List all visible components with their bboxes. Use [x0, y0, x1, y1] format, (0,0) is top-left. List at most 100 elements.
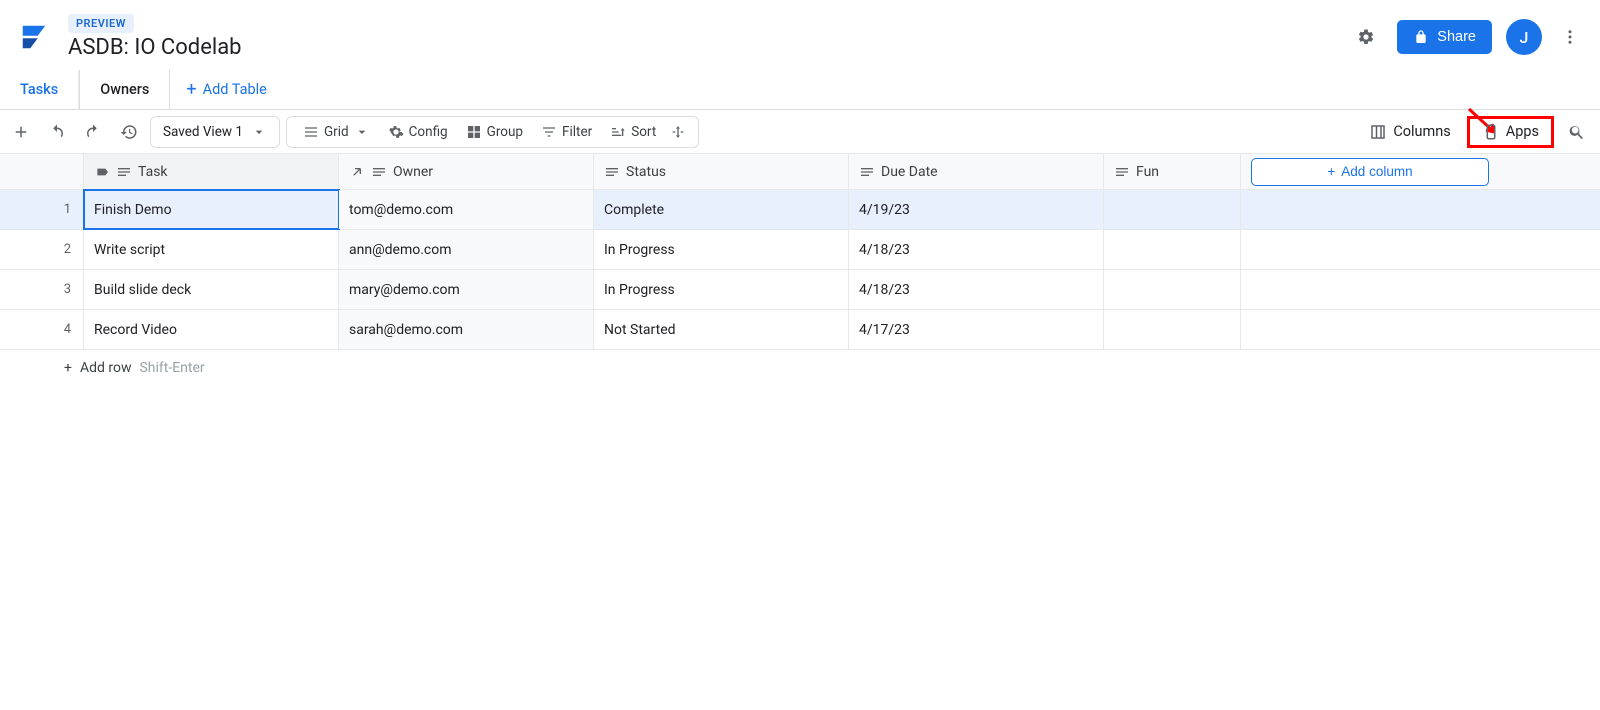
cell-task[interactable]: Finish Demo [84, 190, 339, 229]
cell-owner[interactable]: ann@demo.com [339, 230, 594, 269]
add-table-label: Add Table [203, 81, 267, 98]
cell-owner[interactable]: sarah@demo.com [339, 310, 594, 349]
cell-due-date[interactable]: 4/17/23 [849, 310, 1104, 349]
table-row[interactable]: 2 Write script ann@demo.com In Progress … [0, 230, 1600, 270]
undo-button[interactable] [42, 117, 72, 147]
row-height-button[interactable] [666, 116, 690, 148]
cell-due-date[interactable]: 4/19/23 [849, 190, 1104, 229]
column-header-due-date[interactable]: Due Date [849, 154, 1104, 189]
columns-icon [1369, 123, 1387, 141]
cell-owner[interactable]: mary@demo.com [339, 270, 594, 309]
app-logo[interactable] [16, 19, 52, 55]
title-section: PREVIEW ASDB: IO Codelab [68, 14, 1349, 60]
text-icon [371, 164, 387, 180]
header-actions: Share J [1349, 19, 1584, 55]
cell-task[interactable]: Write script [84, 230, 339, 269]
cell-fun[interactable] [1104, 270, 1241, 309]
more-menu-button[interactable] [1556, 19, 1584, 55]
row-height-icon [670, 124, 686, 140]
add-button[interactable] [6, 117, 36, 147]
cell-status[interactable]: In Progress [594, 270, 849, 309]
view-tools-group: Grid Config Group Filter Sort [286, 116, 699, 148]
cell-task[interactable]: Build slide deck [84, 270, 339, 309]
column-header-status[interactable]: Status [594, 154, 849, 189]
table-header-row: Task Owner Status Due Date Fun + Add col… [0, 154, 1600, 190]
header: PREVIEW ASDB: IO Codelab Share J [0, 0, 1600, 70]
tab-owners[interactable]: Owners [79, 70, 170, 109]
column-header-task[interactable]: Task [84, 154, 339, 189]
plus-icon: + [186, 79, 196, 100]
config-button[interactable]: Config [380, 116, 456, 148]
column-header-owner[interactable]: Owner [339, 154, 594, 189]
gear-icon [1357, 28, 1375, 46]
table-row[interactable]: 3 Build slide deck mary@demo.com In Prog… [0, 270, 1600, 310]
row-number: 2 [0, 230, 84, 269]
redo-button[interactable] [78, 117, 108, 147]
group-icon [466, 124, 482, 140]
search-button[interactable] [1560, 115, 1594, 149]
history-button[interactable] [114, 117, 144, 147]
filter-label: Filter [562, 124, 592, 140]
cell-fun[interactable] [1104, 190, 1241, 229]
cell-due-date[interactable]: 4/18/23 [849, 230, 1104, 269]
group-label: Group [487, 124, 523, 140]
columns-label: Columns [1393, 123, 1450, 140]
cell-fun[interactable] [1104, 230, 1241, 269]
add-column-cell: + Add column [1241, 154, 1499, 189]
redo-icon [84, 123, 102, 141]
lock-icon [1413, 29, 1429, 45]
toolbar: Saved View 1 Grid Config Group Filter [0, 110, 1600, 154]
ref-icon [349, 164, 365, 180]
column-label: Owner [393, 164, 433, 180]
grid-view-dropdown[interactable]: Grid [295, 116, 378, 148]
plus-icon: + [64, 360, 72, 376]
add-table-button[interactable]: + Add Table [170, 70, 282, 109]
data-table: Task Owner Status Due Date Fun + Add col… [0, 154, 1600, 386]
columns-button[interactable]: Columns [1359, 119, 1460, 145]
column-header-fun[interactable]: Fun [1104, 154, 1241, 189]
share-button[interactable]: Share [1397, 20, 1492, 54]
cell-due-date[interactable]: 4/18/23 [849, 270, 1104, 309]
tab-tasks[interactable]: Tasks [0, 70, 79, 109]
column-label: Due Date [881, 164, 938, 180]
saved-view-label: Saved View 1 [163, 124, 243, 140]
table-tabs: Tasks Owners + Add Table [0, 70, 1600, 110]
cell-extra [1241, 310, 1499, 349]
cell-task[interactable]: Record Video [84, 310, 339, 349]
filter-icon [541, 124, 557, 140]
add-row-label: Add row [80, 360, 132, 376]
cell-status[interactable]: Complete [594, 190, 849, 229]
apps-button[interactable]: Apps [1467, 116, 1554, 148]
row-number: 4 [0, 310, 84, 349]
column-label: Fun [1136, 164, 1159, 180]
saved-view-dropdown[interactable]: Saved View 1 [150, 116, 280, 148]
page-title[interactable]: ASDB: IO Codelab [68, 35, 1349, 60]
table-row[interactable]: 4 Record Video sarah@demo.com Not Starte… [0, 310, 1600, 350]
text-icon [1114, 164, 1130, 180]
group-button[interactable]: Group [458, 116, 531, 148]
chevron-down-icon [251, 124, 267, 140]
cell-status[interactable]: Not Started [594, 310, 849, 349]
plus-icon: + [1327, 164, 1335, 179]
device-icon [1482, 123, 1500, 141]
list-icon [303, 124, 319, 140]
add-row-button[interactable]: + Add row Shift-Enter [0, 350, 1600, 386]
cell-status[interactable]: In Progress [594, 230, 849, 269]
cell-owner[interactable]: tom@demo.com [339, 190, 594, 229]
sort-button[interactable]: Sort [602, 116, 664, 148]
table-row[interactable]: 1 Finish Demo tom@demo.com Complete 4/19… [0, 190, 1600, 230]
grid-label: Grid [324, 124, 349, 140]
row-number: 1 [0, 190, 84, 229]
filter-button[interactable]: Filter [533, 116, 600, 148]
add-row-hint: Shift-Enter [139, 360, 204, 376]
cell-fun[interactable] [1104, 310, 1241, 349]
sort-az-icon [610, 124, 626, 140]
cell-extra [1241, 270, 1499, 309]
settings-button[interactable] [1349, 20, 1383, 54]
text-icon [859, 164, 875, 180]
chevron-down-icon [354, 124, 370, 140]
avatar[interactable]: J [1506, 19, 1542, 55]
plus-icon [12, 123, 30, 141]
column-label: Task [138, 164, 168, 180]
add-column-button[interactable]: + Add column [1251, 158, 1489, 186]
